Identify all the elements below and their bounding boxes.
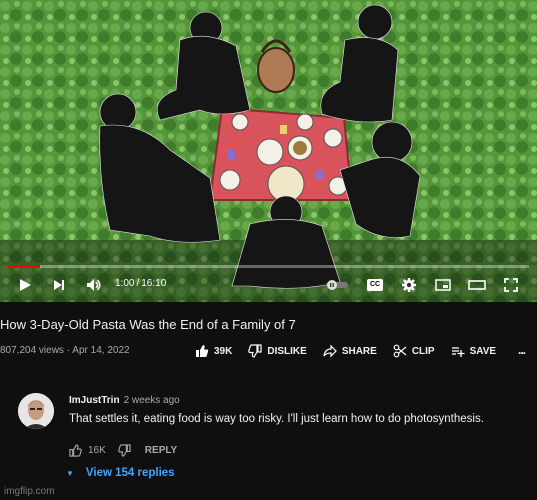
comment-author[interactable]: ImJustTrin	[69, 395, 120, 406]
volume-button[interactable]	[82, 270, 106, 300]
video-title: How 3-Day-Old Pasta Was the End of a Fam…	[0, 317, 296, 332]
view-count: 807,204 views	[0, 345, 64, 356]
like-count: 39K	[214, 345, 233, 357]
play-icon	[20, 279, 31, 291]
video-frame-illustration	[0, 0, 537, 302]
view-replies-button[interactable]: ▼ View 154 replies	[66, 467, 175, 479]
watermark: imgflip.com	[4, 486, 55, 497]
current-time: 1:00	[115, 278, 135, 289]
dislike-button[interactable]: DISLIKE	[248, 344, 307, 358]
autoplay-toggle-icon	[326, 280, 348, 290]
captions-button[interactable]: CC	[364, 270, 386, 300]
dislike-label: DISLIKE	[267, 345, 307, 357]
view-replies-label: View 154 replies	[85, 467, 175, 479]
time-display: 1:00/16:10	[115, 278, 166, 289]
fullscreen-icon	[504, 278, 518, 292]
comment-text: That settles it, eating food is way too …	[69, 413, 484, 425]
duration: 16:10	[141, 278, 167, 289]
progress-bar[interactable]	[8, 265, 529, 268]
comment-dislike-button[interactable]	[118, 443, 131, 457]
play-button[interactable]	[14, 270, 36, 300]
share-label: SHARE	[341, 345, 377, 357]
meta-dot: ·	[66, 345, 71, 356]
clip-button[interactable]: CLIP	[393, 344, 435, 358]
upload-date: Apr 14, 2022	[72, 345, 130, 356]
save-button[interactable]: SAVE	[451, 344, 497, 358]
settings-icon	[402, 278, 416, 292]
playlist-add-icon	[451, 347, 465, 357]
chevron-down-icon: ▼	[66, 468, 74, 478]
comment-time[interactable]: 2 weeks ago	[124, 395, 180, 406]
thumbs-down-icon	[118, 443, 131, 457]
like-button[interactable]: 39K	[195, 344, 232, 358]
autoplay-toggle[interactable]	[324, 270, 350, 300]
thumbs-up-icon	[69, 443, 82, 457]
progress-played	[8, 265, 41, 268]
video-actions: 39K DISLIKE SHARE CLIP SAVE	[195, 341, 512, 361]
comment-header: ImJustTrin 2 weeks ago	[69, 395, 180, 406]
share-button[interactable]: SHARE	[323, 344, 377, 358]
scissors-icon	[393, 344, 407, 358]
more-actions-button[interactable]: ...	[518, 343, 526, 357]
thumbs-down-icon	[248, 344, 262, 358]
theater-icon	[468, 280, 486, 290]
avatar[interactable]	[18, 393, 54, 429]
avatar-image	[18, 393, 54, 429]
share-icon	[323, 344, 337, 358]
miniplayer-button[interactable]	[432, 270, 454, 300]
comment-like-count: 16K	[88, 444, 106, 456]
comment-like-button[interactable]: 16K	[69, 443, 106, 457]
settings-button[interactable]	[398, 270, 420, 300]
video-player[interactable]: 1:00/16:10 CC	[0, 0, 537, 302]
save-label: SAVE	[469, 345, 497, 357]
time-separator: /	[136, 278, 140, 289]
reply-button[interactable]: REPLY	[145, 445, 177, 456]
clip-label: CLIP	[411, 345, 435, 357]
theater-mode-button[interactable]	[466, 270, 488, 300]
captions-icon: CC	[367, 279, 383, 291]
comment-actions: 16K REPLY	[69, 442, 177, 458]
next-button[interactable]	[48, 270, 70, 300]
next-icon	[54, 280, 64, 290]
volume-icon	[87, 279, 101, 291]
miniplayer-icon	[435, 279, 451, 291]
video-meta: 807,204 views · Apr 14, 2022	[0, 345, 130, 356]
fullscreen-button[interactable]	[500, 270, 522, 300]
thumbs-up-icon	[196, 345, 209, 357]
player-controls: 1:00/16:10 CC	[0, 270, 537, 300]
